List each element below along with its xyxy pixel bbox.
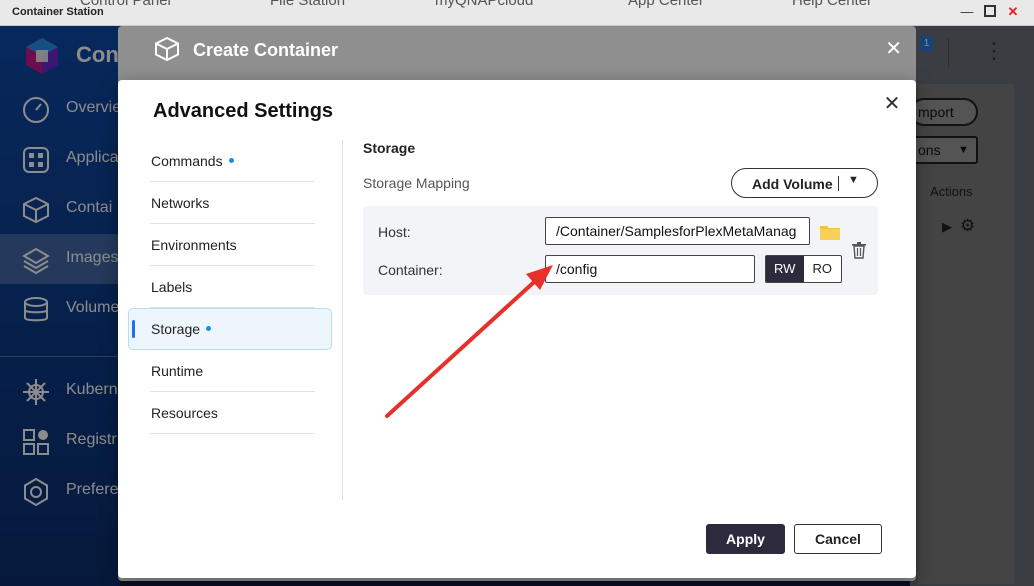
container-label: Container:: [378, 262, 443, 278]
menu-selection-bar: [132, 320, 135, 338]
menu-item-label: Resources: [151, 405, 218, 421]
storage-section-title: Storage: [363, 140, 416, 156]
close-create-dialog-icon[interactable]: ✕: [885, 36, 902, 61]
menu-item-label: Runtime: [151, 363, 204, 379]
bg-tab-help-center: Help Center: [792, 0, 873, 9]
add-volume-label: Add Volume: [752, 176, 833, 192]
create-container-title: Create Container: [193, 40, 339, 60]
settings-menu: Commands Networks Environments Labels St…: [128, 140, 333, 434]
menu-item-environments[interactable]: Environments: [128, 224, 333, 266]
advanced-settings-dialog: Advanced Settings ✕ Commands Networks En…: [118, 80, 916, 578]
close-window-icon[interactable]: ✕: [1006, 5, 1020, 19]
minimize-icon[interactable]: —: [960, 5, 974, 19]
menu-item-label: Storage: [151, 321, 201, 337]
app-background: Con Overvie Applica Contai Images Volume…: [0, 26, 1034, 586]
bg-tab-app-center: App Center: [628, 0, 704, 9]
menu-item-label: Networks: [151, 195, 210, 211]
menu-divider: [150, 433, 315, 434]
modified-dot-icon: [206, 325, 212, 331]
container-path-input[interactable]: /config: [545, 255, 755, 283]
menu-item-runtime[interactable]: Runtime: [128, 350, 333, 392]
menu-item-resources[interactable]: Resources: [128, 392, 333, 434]
host-label: Host:: [378, 224, 411, 240]
mount-mode-toggle: RW RO: [765, 255, 842, 283]
apply-button[interactable]: Apply: [706, 524, 785, 554]
advanced-settings-title: Advanced Settings: [153, 100, 334, 122]
panel-divider: [342, 140, 343, 500]
caret-down-icon[interactable]: ▼: [848, 174, 859, 186]
window-titlebar: Container Station Control Panel File Sta…: [0, 0, 1034, 26]
menu-item-label: Environments: [151, 237, 237, 253]
modified-dot-icon: [228, 157, 234, 163]
folder-icon[interactable]: [819, 223, 841, 241]
rw-button[interactable]: RW: [766, 256, 804, 282]
container-cube-icon: [155, 36, 179, 62]
menu-item-networks[interactable]: Networks: [128, 182, 333, 224]
volume-mapping-row: Host: /Container/SamplesforPlexMetaManag…: [363, 206, 878, 295]
menu-item-storage[interactable]: Storage: [128, 308, 333, 350]
bg-tab-control-panel: Control Panel: [80, 0, 171, 9]
menu-item-label: Labels: [151, 279, 193, 295]
close-icon[interactable]: ✕: [882, 94, 902, 114]
storage-mapping-label: Storage Mapping: [363, 175, 470, 191]
cancel-button[interactable]: Cancel: [794, 524, 882, 554]
split-divider: [838, 176, 839, 191]
menu-item-commands[interactable]: Commands: [128, 140, 333, 182]
bg-tab-file-station: File Station: [270, 0, 346, 9]
trash-icon[interactable]: [851, 241, 867, 259]
add-volume-button[interactable]: Add Volume ▼: [731, 168, 878, 198]
ro-button[interactable]: RO: [804, 256, 842, 282]
maximize-icon[interactable]: [983, 5, 997, 19]
menu-item-label: Commands: [151, 153, 223, 169]
menu-item-labels[interactable]: Labels: [128, 266, 333, 308]
host-path-input[interactable]: /Container/SamplesforPlexMetaManag: [545, 217, 810, 245]
bg-tab-myqnapcloud: myQNAPcloud: [435, 0, 534, 9]
